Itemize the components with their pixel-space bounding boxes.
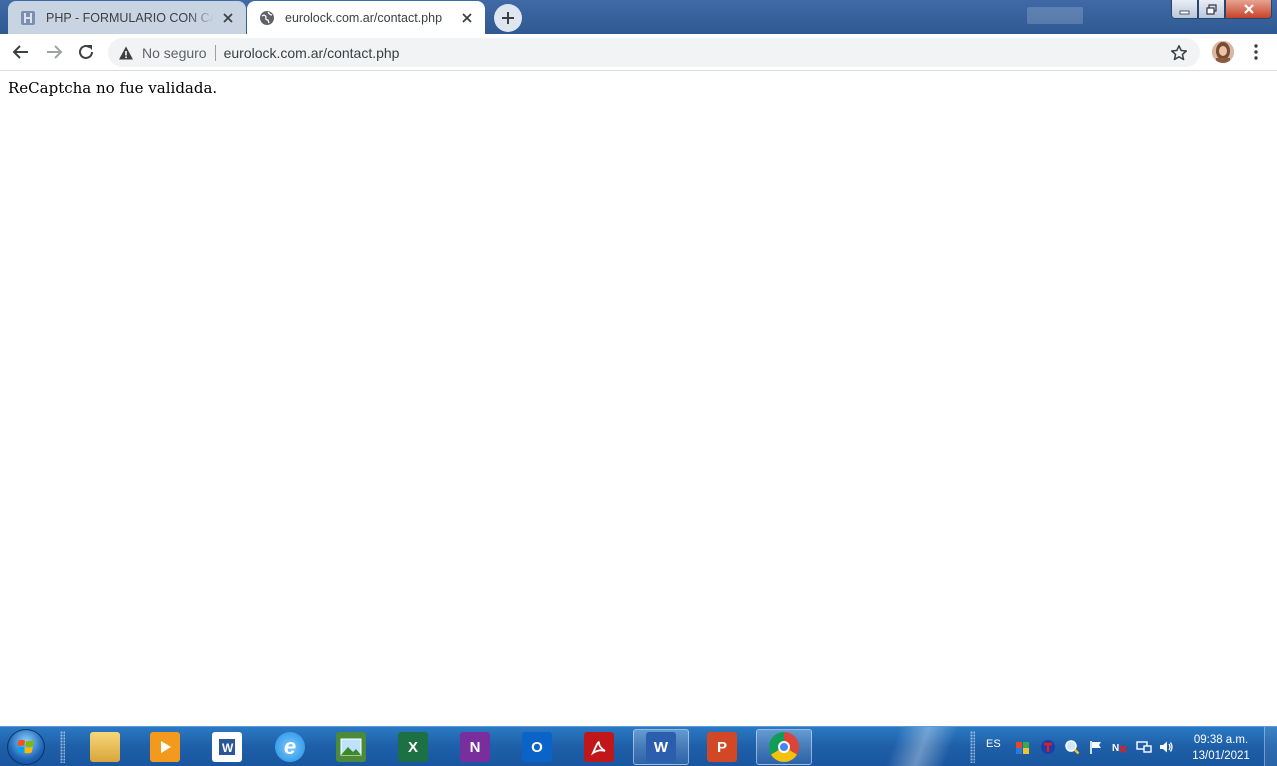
address-bar[interactable]: No seguro eurolock.com.ar/contact.php — [108, 38, 1200, 67]
taskbar-photo-viewer-button[interactable] — [323, 729, 379, 765]
close-icon[interactable] — [459, 10, 475, 26]
bookmark-star-icon[interactable] — [1170, 44, 1188, 62]
taskbar-internet-explorer-button[interactable]: e — [262, 729, 318, 765]
new-tab-button[interactable] — [494, 4, 522, 32]
windows-logo-icon — [17, 739, 34, 754]
back-button[interactable] — [11, 42, 31, 62]
warning-icon[interactable] — [118, 45, 134, 61]
svg-text:W: W — [222, 741, 234, 755]
taskbar-powerpoint-button[interactable]: P — [694, 729, 750, 765]
page-message: ReCaptcha no fue validada. — [8, 79, 218, 97]
taskbar-explorer-button[interactable] — [77, 729, 133, 765]
forward-arrow-icon — [47, 45, 63, 59]
minimize-button[interactable] — [1171, 0, 1198, 19]
clock-time: 09:38 a.m. — [1193, 734, 1249, 746]
back-arrow-icon — [12, 45, 28, 59]
forward-button[interactable] — [44, 42, 64, 62]
window-controls — [1171, 0, 1272, 20]
globe-icon — [260, 10, 274, 25]
photo-viewer-icon — [336, 732, 366, 762]
profile-avatar[interactable] — [1212, 41, 1234, 63]
taskbar-acrobat-button[interactable] — [571, 729, 627, 765]
plus-icon — [502, 12, 514, 24]
tab-title: eurolock.com.ar/contact.php — [285, 10, 443, 25]
tab-eurolock-contact[interactable]: eurolock.com.ar/contact.php — [247, 1, 485, 34]
clock-date: 13/01/2021 — [1192, 750, 1250, 762]
php-doc-icon — [21, 10, 35, 25]
taskbar-chrome-button[interactable] — [756, 729, 812, 765]
network-icon[interactable] — [1136, 739, 1152, 755]
profile-photo-icon — [1212, 41, 1234, 63]
svg-text:N: N — [1112, 743, 1119, 754]
restore-icon — [1206, 3, 1217, 15]
reload-button[interactable] — [76, 42, 96, 62]
reload-icon — [79, 44, 93, 59]
tray-grip[interactable] — [970, 731, 975, 763]
taskbar-onenote-button[interactable]: N — [447, 729, 503, 765]
taskbar-outlook-button[interactable]: O — [509, 729, 565, 765]
excel-icon: X — [398, 732, 428, 762]
word-icon: W — [646, 732, 676, 762]
folder-icon — [90, 732, 120, 762]
outlook-icon: O — [522, 732, 552, 762]
chrome-menu-button[interactable] — [1246, 42, 1266, 62]
omnibox-separator — [214, 44, 216, 61]
taskbar-word-button[interactable]: W — [633, 729, 689, 765]
minimize-icon — [1179, 10, 1190, 14]
windows-taskbar: We X N O W P ES N 09:38 a.m. 13/01/2021 — [0, 726, 1277, 766]
taskbar-wordpad-button[interactable]: W — [199, 729, 255, 765]
action-center-flag-icon[interactable] — [1088, 739, 1104, 755]
tab-title: PHP - FORMULARIO CON CAPTCHA — [46, 10, 214, 25]
taskbar-grip[interactable] — [60, 731, 65, 763]
network-tool-icon[interactable] — [1015, 739, 1031, 755]
taskbar-media-player-button[interactable] — [137, 729, 193, 765]
close-window-button[interactable] — [1225, 0, 1272, 19]
language-indicator[interactable]: ES — [986, 738, 1001, 750]
chrome-icon — [769, 732, 799, 762]
more-vertical-icon — [1254, 44, 1258, 60]
internet-explorer-icon: e — [275, 732, 305, 762]
maximize-button[interactable] — [1198, 0, 1225, 19]
media-player-icon — [150, 732, 180, 762]
search-tool-icon[interactable] — [1064, 739, 1080, 755]
browser-title-bar: PHP - FORMULARIO CON CAPTCHA eurolock.co… — [0, 0, 1277, 34]
powerpoint-icon: P — [707, 732, 737, 762]
taskbar-excel-button[interactable]: X — [385, 729, 441, 765]
url-text[interactable]: eurolock.com.ar/contact.php — [224, 45, 400, 61]
close-icon[interactable] — [220, 10, 236, 26]
tab-php-formulario[interactable]: PHP - FORMULARIO CON CAPTCHA — [8, 1, 246, 34]
close-icon — [1243, 4, 1254, 14]
wordpad-icon: W — [212, 732, 242, 762]
acrobat-icon — [584, 732, 614, 762]
security-label[interactable]: No seguro — [142, 45, 207, 61]
onenote-icon: N — [460, 732, 490, 762]
network-disabled-icon[interactable]: N — [1111, 739, 1127, 755]
system-clock[interactable]: 09:38 a.m. 13/01/2021 — [1186, 732, 1256, 764]
browser-toolbar: No seguro eurolock.com.ar/contact.php — [0, 34, 1277, 71]
page-viewport: ReCaptcha no fue validada. — [0, 72, 1277, 726]
start-button[interactable] — [7, 729, 45, 765]
background-window-button — [1027, 7, 1083, 24]
t-app-icon[interactable] — [1040, 739, 1056, 755]
show-desktop-button[interactable] — [1264, 727, 1277, 766]
volume-icon[interactable] — [1158, 739, 1174, 755]
